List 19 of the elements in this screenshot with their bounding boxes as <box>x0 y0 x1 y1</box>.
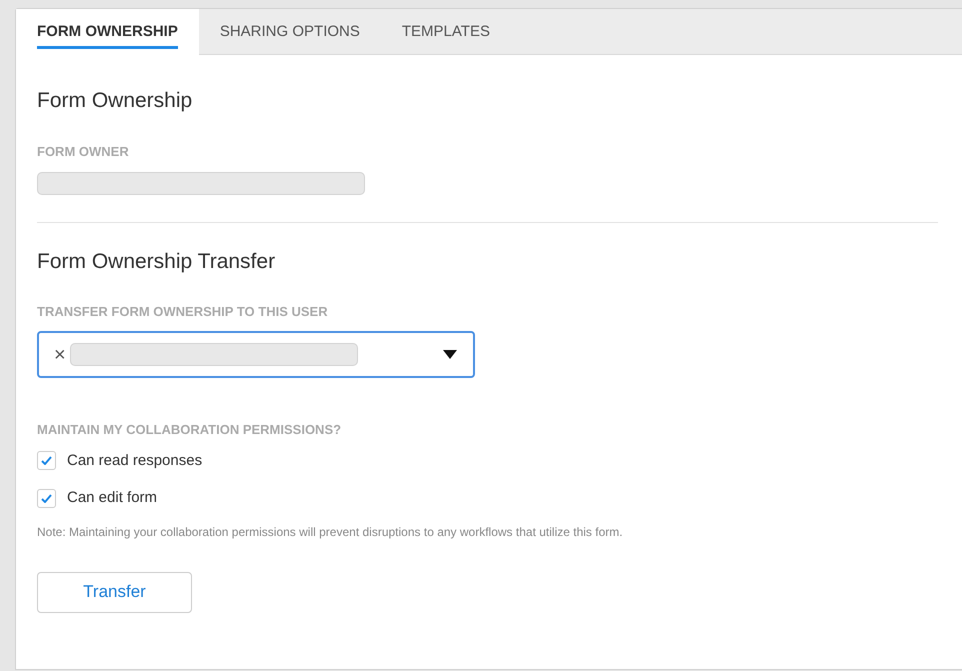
check-icon <box>41 456 52 466</box>
checkbox-label: Can read responses <box>67 450 202 470</box>
tab[interactable]: SHARING OPTIONS <box>198 9 381 55</box>
checkbox[interactable] <box>37 451 56 470</box>
field-label: MAINTAIN MY COLLABORATION PERMISSIONS? <box>37 421 342 439</box>
checkbox[interactable] <box>37 488 56 508</box>
tab[interactable]: TEMPLATES <box>380 9 511 55</box>
note-text: Note: Maintaining your collaboration permissions will prevent disruptions to any workflows that utilize this form. <box>37 524 624 540</box>
field-label: FORM OWNER <box>37 143 130 161</box>
transfer-button[interactable]: Transfer <box>37 572 192 612</box>
section-heading: Form Ownership Transfer <box>37 248 276 274</box>
user-select[interactable]: × <box>37 331 475 378</box>
dropdown-caret-icon <box>443 350 457 359</box>
tab[interactable]: FORM OWNERSHIP <box>16 9 199 56</box>
section-heading: Form Ownership <box>37 88 194 114</box>
field-label: TRANSFER FORM OWNERSHIP TO THIS USER <box>37 302 329 320</box>
clear-button[interactable]: × <box>54 344 66 364</box>
checkbox-label: Can edit form <box>67 488 158 508</box>
check-icon <box>41 494 52 503</box>
